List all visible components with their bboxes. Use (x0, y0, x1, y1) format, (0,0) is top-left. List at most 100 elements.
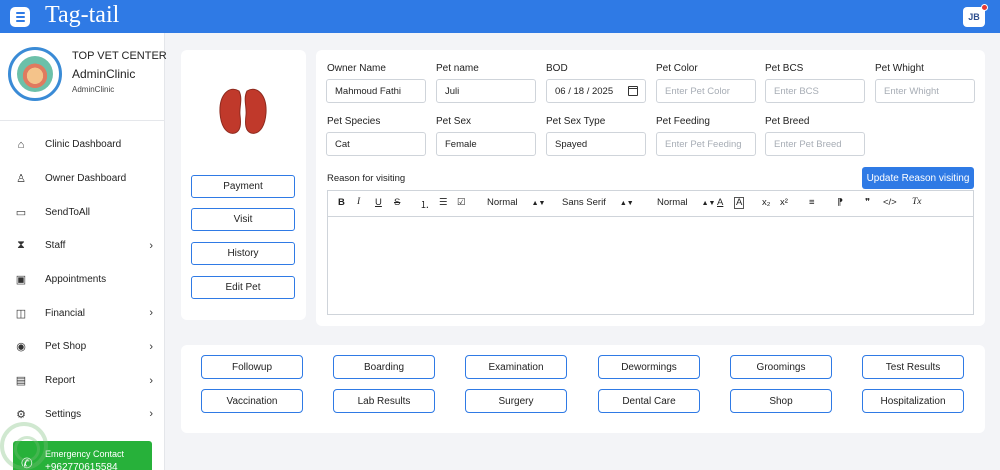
clinic-logo (8, 47, 62, 101)
tab-vaccination[interactable]: Vaccination (201, 389, 303, 413)
visit-button[interactable]: Visit (191, 208, 295, 231)
sidebar-item-label: Owner Dashboard (45, 173, 127, 185)
align-icon[interactable]: ≡ (809, 197, 815, 208)
sidebar-item-label: Settings (45, 408, 82, 420)
tab-examination[interactable]: Examination (465, 355, 567, 379)
tab-groomings[interactable]: Groomings (730, 355, 832, 379)
bold-button[interactable]: B (338, 197, 345, 208)
pet-breed-field[interactable]: Enter Pet Breed (765, 132, 865, 156)
size-select[interactable]: Normal ▲▼ (657, 197, 715, 208)
pet-species-label: Pet Species (327, 116, 381, 127)
sidebar-item-label: Financial (45, 307, 86, 319)
pet-feeding-label: Pet Feeding (656, 116, 710, 127)
sidebar-item-label: Appointments (45, 274, 107, 286)
history-button[interactable]: History (191, 242, 295, 265)
tab-followup[interactable]: Followup (201, 355, 303, 379)
code-icon[interactable]: </> (883, 197, 897, 208)
sidebar-item-report[interactable]: ▤ Report › (0, 364, 165, 398)
emergency-phone: +962770615584 (45, 462, 118, 470)
tab-shop[interactable]: Shop (730, 389, 832, 413)
sidebar-item-financial[interactable]: ◫ Financial › (0, 296, 165, 330)
editor-text-area[interactable] (328, 217, 973, 314)
sidebar: TOP VET CENTER AdminClinic AdminClinic ⌂… (0, 33, 167, 470)
sidebar-item-clinic-dashboard[interactable]: ⌂ Clinic Dashboard (0, 128, 165, 162)
background-color-icon[interactable]: A (734, 197, 745, 209)
pet-whight-label: Pet Whight (875, 63, 924, 74)
chat-icon: ▭ (15, 206, 27, 219)
payment-button[interactable]: Payment (191, 175, 295, 198)
tab-boarding[interactable]: Boarding (333, 355, 435, 379)
ordered-list-icon[interactable]: ⒈ (420, 197, 430, 211)
hourglass-icon: ⧗ (17, 239, 25, 252)
pet-whight-field[interactable]: Enter Whight (875, 79, 975, 103)
tab-dewormings[interactable]: Dewormings (598, 355, 700, 379)
text-color-icon[interactable]: A (717, 197, 723, 208)
underline-button[interactable]: U (375, 197, 382, 208)
pet-card: Payment Visit History Edit Pet (181, 50, 306, 320)
tab-dental-care[interactable]: Dental Care (598, 389, 700, 413)
update-reason-button[interactable]: Update Reason visiting (862, 167, 974, 189)
pet-species-field[interactable]: Cat (326, 132, 426, 156)
pet-sex-field[interactable]: Female (436, 132, 536, 156)
bod-label: BOD (546, 63, 568, 74)
chevron-right-icon: › (149, 239, 153, 252)
size-select-value: Normal (657, 197, 688, 208)
owner-name-field[interactable]: Mahmoud Fathi (326, 79, 426, 103)
top-bar: Tag-tail JB (0, 0, 1000, 33)
sidebar-item-pet-shop[interactable]: ◉ Pet Shop › (0, 330, 165, 364)
updown-arrow-icon: ▲▼ (619, 200, 634, 207)
pet-sex-type-label: Pet Sex Type (546, 116, 606, 127)
chevron-right-icon: › (149, 307, 153, 320)
superscript-button[interactable]: x² (780, 197, 788, 208)
calendar-icon: ▣ (15, 274, 27, 287)
sidebar-item-owner-dashboard[interactable]: ♙ Owner Dashboard (0, 162, 165, 196)
coin-icon: ◉ (16, 341, 26, 354)
strike-button[interactable]: S (394, 197, 400, 208)
tab-lab-results[interactable]: Lab Results (333, 389, 435, 413)
bod-value: 06 / 18 / 2025 (555, 85, 614, 97)
kidneys-icon (219, 88, 267, 134)
text-direction-icon[interactable]: ⁋ (837, 197, 843, 208)
blockquote-icon[interactable]: ❞ (865, 197, 870, 208)
pet-breed-label: Pet Breed (765, 116, 810, 127)
user-avatar[interactable]: JB (963, 4, 988, 27)
sidebar-item-staff[interactable]: ⧗ Staff › (0, 229, 165, 263)
chevron-right-icon: › (149, 374, 153, 387)
font-select[interactable]: Sans Serif ▲▼ (562, 197, 634, 208)
bod-date-field[interactable]: 06 / 18 / 2025 (546, 79, 646, 103)
hamburger-menu-icon[interactable] (10, 7, 30, 27)
clear-format-icon[interactable]: Tx (912, 197, 922, 207)
pet-color-field[interactable]: Enter Pet Color (656, 79, 756, 103)
chevron-right-icon: › (149, 340, 153, 353)
sidebar-item-appointments[interactable]: ▣ Appointments (0, 263, 165, 297)
pet-bcs-field[interactable]: Enter BCS (765, 79, 865, 103)
header-select[interactable]: Normal ▲▼ (487, 197, 545, 208)
calendar-icon[interactable] (628, 86, 638, 96)
edit-pet-button[interactable]: Edit Pet (191, 276, 295, 299)
reason-label: Reason for visiting (327, 173, 406, 184)
home-icon: ⌂ (17, 138, 25, 151)
pet-feeding-field[interactable]: Enter Pet Feeding (656, 132, 756, 156)
tab-test-results[interactable]: Test Results (862, 355, 964, 379)
user-icon: ♙ (16, 173, 26, 186)
sidebar-item-sendtoall[interactable]: ▭ SendToAll (0, 195, 165, 229)
header-select-value: Normal (487, 197, 518, 208)
updown-arrow-icon: ▲▼ (701, 200, 716, 207)
check-list-icon[interactable]: ☑ (457, 197, 466, 208)
clinic-subtitle: AdminClinic (72, 67, 136, 81)
subscript-button[interactable]: x₂ (762, 197, 770, 208)
bullet-list-icon[interactable]: ☰ (439, 197, 448, 208)
emergency-label: Emergency Contact (45, 449, 125, 459)
editor-toolbar: B I U S ⒈ ☰ ☑ Normal ▲▼ Sans Serif ▲▼ Norm… (328, 191, 973, 217)
pet-color-label: Pet Color (656, 63, 698, 74)
italic-button[interactable]: I (357, 197, 360, 207)
pet-name-field[interactable]: Juli (436, 79, 536, 103)
sidebar-item-label: Report (45, 375, 76, 387)
pet-sex-type-field[interactable]: Spayed (546, 132, 646, 156)
owner-name-label: Owner Name (327, 63, 386, 74)
chevron-right-icon: › (149, 408, 153, 421)
tab-surgery[interactable]: Surgery (465, 389, 567, 413)
tab-hospitalization[interactable]: Hospitalization (862, 389, 964, 413)
pet-sex-label: Pet Sex (436, 116, 472, 127)
sidebar-nav: ⌂ Clinic Dashboard ♙ Owner Dashboard ▭ S… (0, 128, 165, 431)
